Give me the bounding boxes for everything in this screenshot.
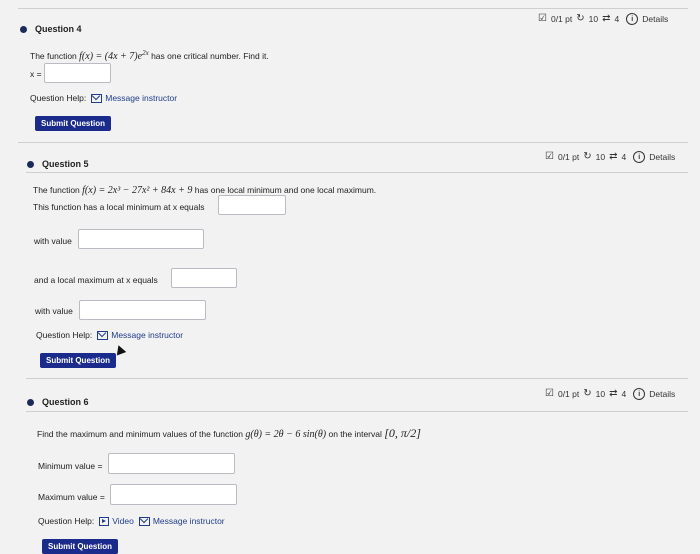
message-instructor-link[interactable]: Message instructor xyxy=(97,330,183,340)
message-instructor-label: Message instructor xyxy=(105,93,178,103)
tries-text: 10 xyxy=(595,152,606,162)
divider xyxy=(26,378,688,379)
question-help: Question Help: Video Message instructor xyxy=(38,516,225,526)
score-icon: ☑ xyxy=(545,388,554,399)
tries-text: 10 xyxy=(588,14,599,24)
attempts-text: 4 xyxy=(621,389,627,399)
submit-question-button[interactable]: Submit Question xyxy=(42,539,118,554)
local-max-prompt: and a local maximum at x equals xyxy=(34,275,158,285)
details-link[interactable]: Details xyxy=(649,389,675,399)
question-4-meta: ☑ 0/1 pt ↻ 10 ⇄ 4 i Details xyxy=(538,13,668,25)
question-4-prompt: The function f(x) = (4x + 7)e2x has one … xyxy=(30,49,269,62)
info-icon[interactable]: i xyxy=(633,151,646,163)
mail-icon xyxy=(91,93,103,103)
message-instructor-label: Message instructor xyxy=(111,330,184,340)
details-link[interactable]: Details xyxy=(649,152,675,162)
message-instructor-label: Message instructor xyxy=(152,516,225,526)
submit-question-button[interactable]: Submit Question xyxy=(40,353,116,368)
answer-label: x = xyxy=(30,69,42,79)
help-label: Question Help: xyxy=(36,330,93,340)
homework-page: Question 4 ☑ 0/1 pt ↻ 10 ⇄ 4 i Details T… xyxy=(0,0,700,554)
tries-text: 10 xyxy=(595,389,606,399)
message-instructor-link[interactable]: Message instructor xyxy=(138,516,225,526)
local-max-value-input[interactable] xyxy=(79,300,206,320)
mail-icon xyxy=(97,330,109,340)
score-icon: ☑ xyxy=(538,13,547,24)
retry-icon: ↻ xyxy=(583,151,592,162)
mail-icon xyxy=(138,516,150,526)
prompt-prefix: Find the maximum and minimum values of t… xyxy=(37,429,243,439)
maximum-value-label: Maximum value = xyxy=(38,492,105,502)
local-min-value-input[interactable] xyxy=(78,229,204,249)
attempts-icon: ⇄ xyxy=(609,388,618,399)
question-title: Question 4 xyxy=(35,24,82,34)
interval: [0, π/2] xyxy=(384,426,421,440)
message-instructor-link[interactable]: Message instructor xyxy=(91,93,177,103)
question-title: Question 5 xyxy=(42,159,89,169)
submit-question-button[interactable]: Submit Question xyxy=(35,116,111,131)
video-link[interactable]: Video xyxy=(99,516,134,526)
question-help: Question Help: Message instructor xyxy=(36,330,183,340)
prompt-mid: on the interval xyxy=(328,429,382,439)
local-max-x-input[interactable] xyxy=(171,268,237,288)
prompt-suffix: has one critical number. Find it. xyxy=(151,50,269,61)
maximum-value-input[interactable] xyxy=(110,484,237,505)
retry-icon: ↻ xyxy=(583,388,592,399)
function-exponent: 2x xyxy=(142,49,149,57)
prompt-prefix: The function xyxy=(33,185,80,195)
help-label: Question Help: xyxy=(38,516,95,526)
critical-number-input[interactable] xyxy=(44,63,111,83)
local-min-x-input[interactable] xyxy=(218,195,286,215)
minimum-value-input[interactable] xyxy=(108,453,235,474)
bullet-icon xyxy=(27,398,34,406)
question-5-meta: ☑ 0/1 pt ↻ 10 ⇄ 4 i Details xyxy=(545,151,675,163)
with-value-label: with value xyxy=(34,236,72,246)
question-5-header: Question 5 xyxy=(27,159,89,169)
function-formula: g(θ) = 2θ − 6 sin(θ) xyxy=(245,429,327,440)
info-icon[interactable]: i xyxy=(633,388,646,400)
score-icon: ☑ xyxy=(545,151,554,162)
question-help: Question Help: Message instructor xyxy=(30,93,177,103)
bullet-icon xyxy=(27,160,34,168)
with-value-label: with value xyxy=(35,306,73,316)
function-formula: f(x) = (4x + 7)e xyxy=(79,50,143,62)
attempts-icon: ⇄ xyxy=(609,151,618,162)
help-label: Question Help: xyxy=(30,93,87,103)
question-4-header: Question 4 xyxy=(20,24,82,34)
bullet-icon xyxy=(20,25,27,33)
retry-icon: ↻ xyxy=(576,13,585,24)
minimum-value-label: Minimum value = xyxy=(38,461,103,471)
score-text: 0/1 pt xyxy=(557,152,580,162)
divider xyxy=(26,172,688,173)
attempts-text: 4 xyxy=(621,152,627,162)
details-link[interactable]: Details xyxy=(642,14,668,24)
divider xyxy=(18,142,688,143)
prompt-suffix: has one local minimum and one local maxi… xyxy=(194,185,377,195)
score-text: 0/1 pt xyxy=(557,389,580,399)
prompt-prefix: The function xyxy=(30,50,77,61)
divider xyxy=(18,8,688,9)
mouse-cursor-icon xyxy=(113,343,127,356)
question-6-prompt: Find the maximum and minimum values of t… xyxy=(37,426,421,441)
attempts-text: 4 xyxy=(614,14,620,24)
attempts-icon: ⇄ xyxy=(602,13,611,24)
score-text: 0/1 pt xyxy=(550,14,573,24)
question-title: Question 6 xyxy=(42,397,89,407)
question-5-prompt: The function f(x) = 2x³ − 27x² + 84x + 9… xyxy=(33,185,376,196)
local-min-prompt: This function has a local minimum at x e… xyxy=(33,202,205,212)
video-icon xyxy=(99,516,110,526)
info-icon[interactable]: i xyxy=(626,13,639,25)
question-6-header: Question 6 xyxy=(27,397,89,407)
function-formula: f(x) = 2x³ − 27x² + 84x + 9 xyxy=(82,185,193,196)
divider xyxy=(26,411,688,412)
video-label: Video xyxy=(112,516,134,526)
question-6-meta: ☑ 0/1 pt ↻ 10 ⇄ 4 i Details xyxy=(545,388,675,400)
